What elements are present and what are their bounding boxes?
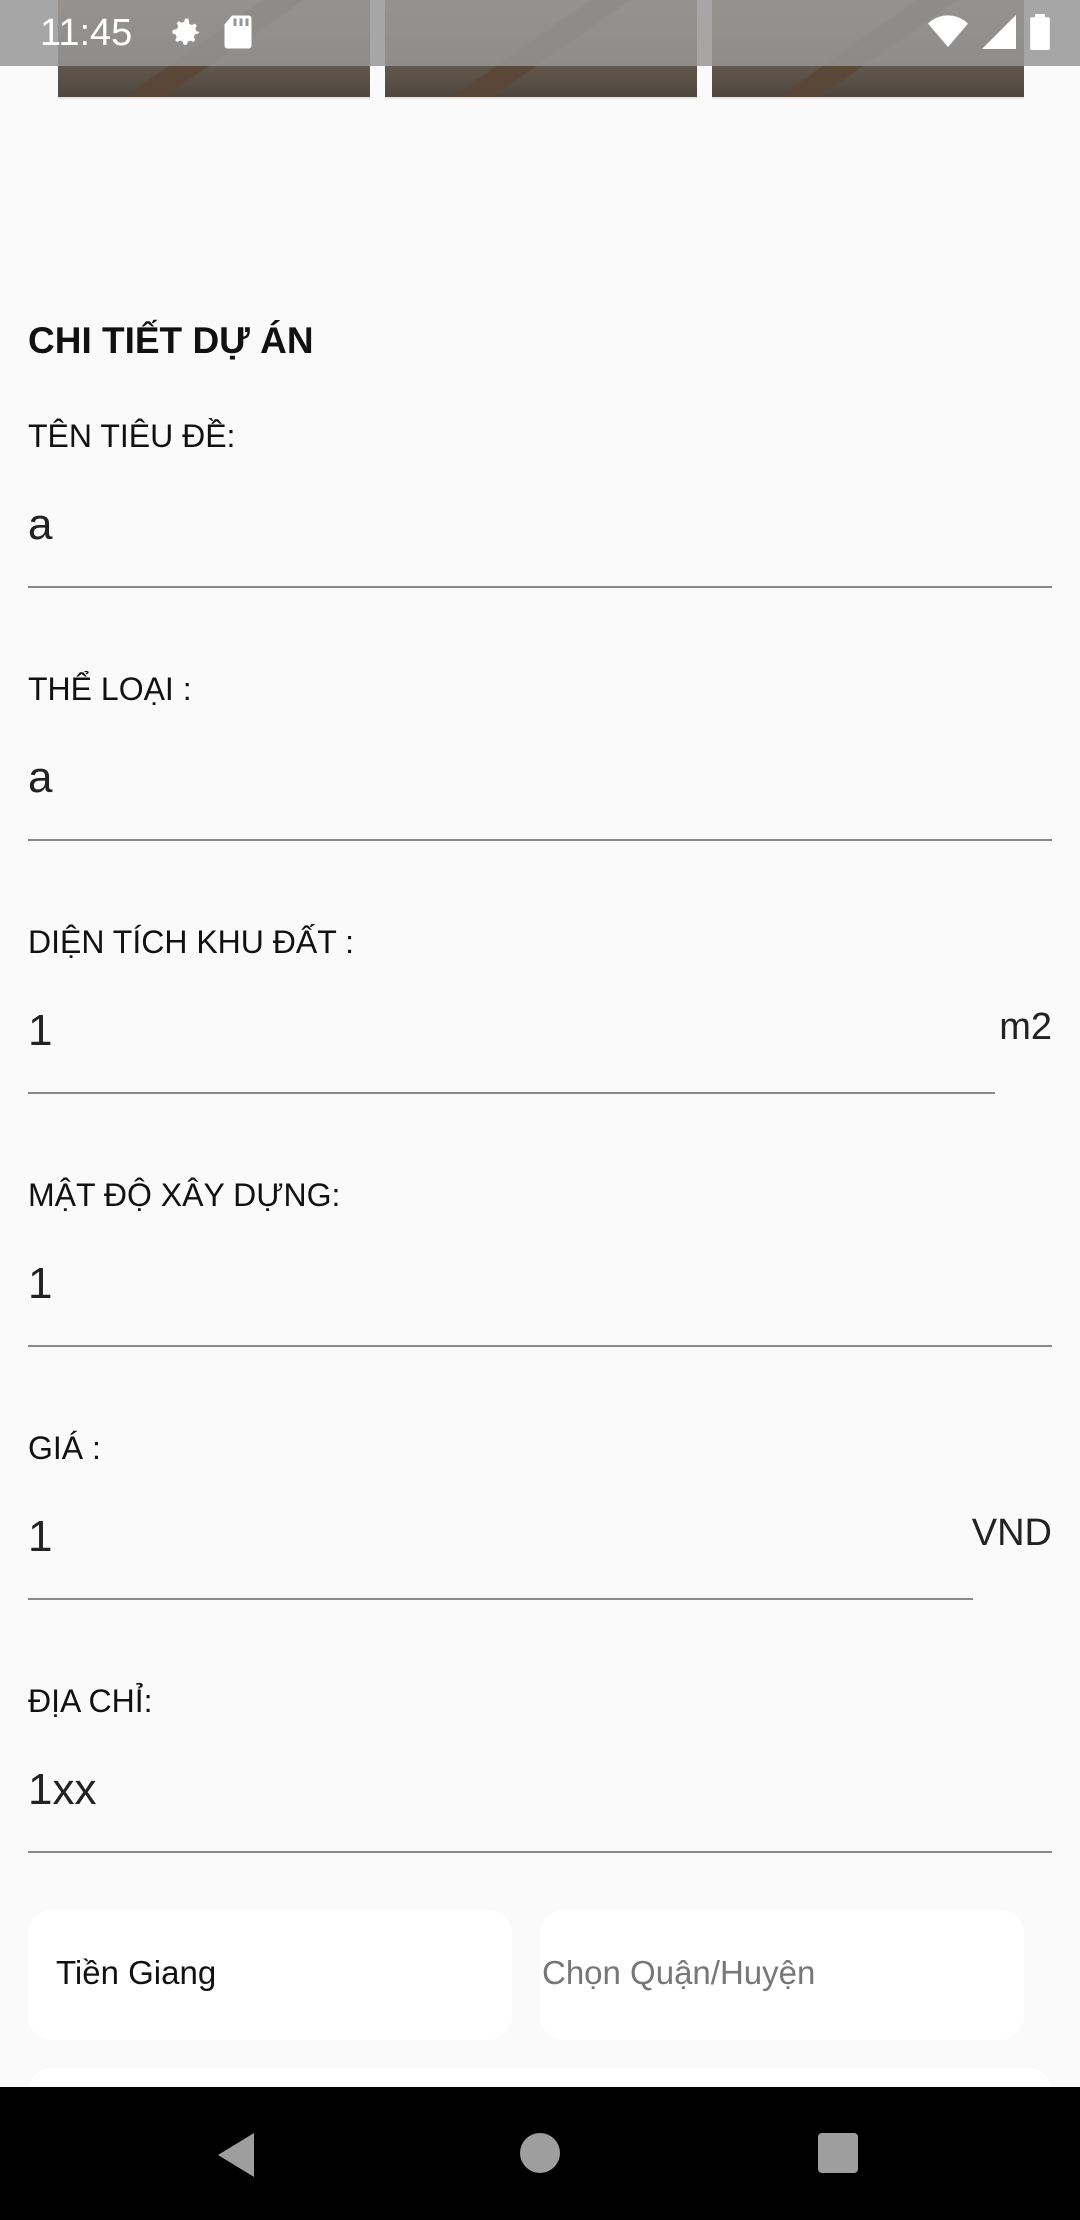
home-icon[interactable]: [520, 2133, 560, 2178]
input-underline: [28, 1598, 973, 1600]
district-select[interactable]: Chọn Quận/Huyện: [540, 1910, 1024, 2040]
address-input[interactable]: 1xx: [28, 1765, 96, 1815]
input-underline: [28, 839, 1052, 841]
field-label: ĐỊA CHỈ:: [28, 1683, 153, 1719]
input-underline: [28, 1851, 1052, 1853]
field-label: DIỆN TÍCH KHU ĐẤT :: [28, 924, 354, 960]
gear-icon: [168, 14, 204, 55]
price-input[interactable]: 1: [28, 1512, 52, 1562]
status-time: 11:45: [40, 12, 133, 54]
unit-label: VND: [971, 1512, 1052, 1554]
province-select-value: Tiền Giang: [56, 1954, 217, 1991]
province-select[interactable]: Tiền Giang: [28, 1910, 512, 2040]
land-area-input[interactable]: 1: [28, 1006, 52, 1056]
field-label: THỂ LOẠI :: [28, 671, 192, 707]
recents-icon[interactable]: [818, 2133, 858, 2178]
section-title: CHI TIẾT DỰ ÁN: [28, 320, 314, 361]
input-underline: [28, 586, 1052, 588]
signal-icon: [982, 15, 1016, 54]
field-label: GIÁ :: [28, 1430, 101, 1466]
battery-icon: [1030, 14, 1050, 55]
title-input[interactable]: a: [28, 500, 52, 550]
district-select-placeholder: Chọn Quận/Huyện: [542, 1954, 816, 1991]
field-label: TÊN TIÊU ĐỀ:: [28, 418, 236, 454]
input-underline: [28, 1345, 1052, 1347]
navigation-bar: [0, 2087, 1080, 2220]
input-underline: [28, 1092, 995, 1094]
status-bar: 11:45: [0, 0, 1080, 66]
back-icon[interactable]: [218, 2133, 258, 2182]
sd-card-icon: [222, 14, 254, 55]
density-input[interactable]: 1: [28, 1259, 52, 1309]
field-label: MẬT ĐỘ XÂY DỰNG:: [28, 1177, 341, 1213]
unit-label: m2: [999, 1006, 1052, 1048]
wifi-icon: [928, 15, 968, 54]
category-input[interactable]: a: [28, 753, 52, 803]
